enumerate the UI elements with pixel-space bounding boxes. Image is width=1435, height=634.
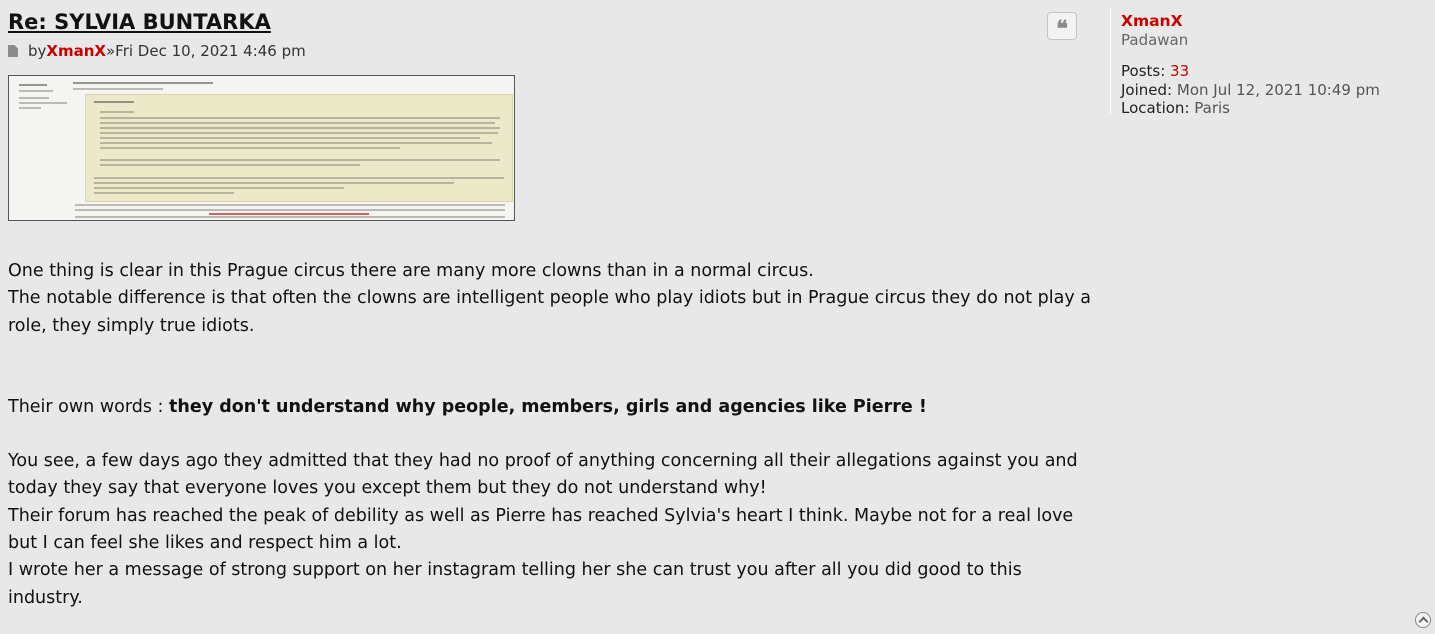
post-date: Fri Dec 10, 2021 4:46 pm [115, 42, 306, 60]
post-file-icon[interactable] [8, 45, 18, 57]
post-body: Re: SYLVIA BUNTARKA by XmanX » Fri Dec 1… [8, 8, 1093, 608]
paragraph-1: One thing is clear in this Prague circus… [8, 261, 814, 281]
paragraph-3: Their own words : they don't understand … [8, 394, 1093, 421]
profile-rank: Padawan [1121, 30, 1189, 49]
chevron-up-icon [1418, 616, 1428, 627]
location-value: Paris [1194, 99, 1230, 117]
attached-screenshot-image[interactable] [8, 75, 515, 221]
posts-count-link[interactable]: 33 [1170, 62, 1189, 80]
profile-stats: Posts: 33 Joined: Mon Jul 12, 2021 10:49… [1121, 62, 1430, 118]
paragraph-6: I wrote her a message of strong support … [8, 560, 1022, 608]
post-title[interactable]: Re: SYLVIA BUNTARKA [8, 8, 1093, 36]
meta-separator: » [105, 42, 116, 60]
profile-joined: Joined: Mon Jul 12, 2021 10:49 pm [1121, 81, 1430, 100]
paragraph-5: Their forum has reached the peak of debi… [8, 505, 1074, 554]
profile-posts: Posts: 33 [1121, 62, 1430, 81]
profile-location: Location: Paris [1121, 99, 1430, 118]
post-meta: by XmanX » Fri Dec 10, 2021 4:46 pm [8, 40, 1093, 62]
by-label: by [28, 42, 47, 60]
post-author-link[interactable]: XmanX [46, 42, 106, 60]
quote-icon: ❝ [1056, 16, 1068, 42]
forum-post: Re: SYLVIA BUNTARKA by XmanX » Fri Dec 1… [0, 0, 1435, 634]
profile-username[interactable]: XmanX [1121, 12, 1430, 31]
back-to-top-button[interactable] [1415, 612, 1431, 628]
paragraph-3-bold: they don't understand why people, member… [169, 396, 927, 417]
joined-value: Mon Jul 12, 2021 10:49 pm [1176, 80, 1380, 99]
post-content: One thing is clear in this Prague circus… [8, 258, 1093, 612]
author-profile: XmanX Padawan Posts: 33 Joined: Mon Jul … [1110, 8, 1430, 117]
joined-label: Joined: [1121, 80, 1173, 99]
paragraph-3-prefix: Their own words : [8, 396, 169, 417]
posts-label: Posts: [1121, 62, 1166, 80]
quote-button[interactable]: ❝ [1047, 12, 1077, 40]
paragraph-4: You see, a few days ago they admitted th… [8, 451, 1078, 499]
location-label: Location: [1121, 99, 1190, 117]
paragraph-2: The notable difference is that often the… [8, 288, 1092, 336]
